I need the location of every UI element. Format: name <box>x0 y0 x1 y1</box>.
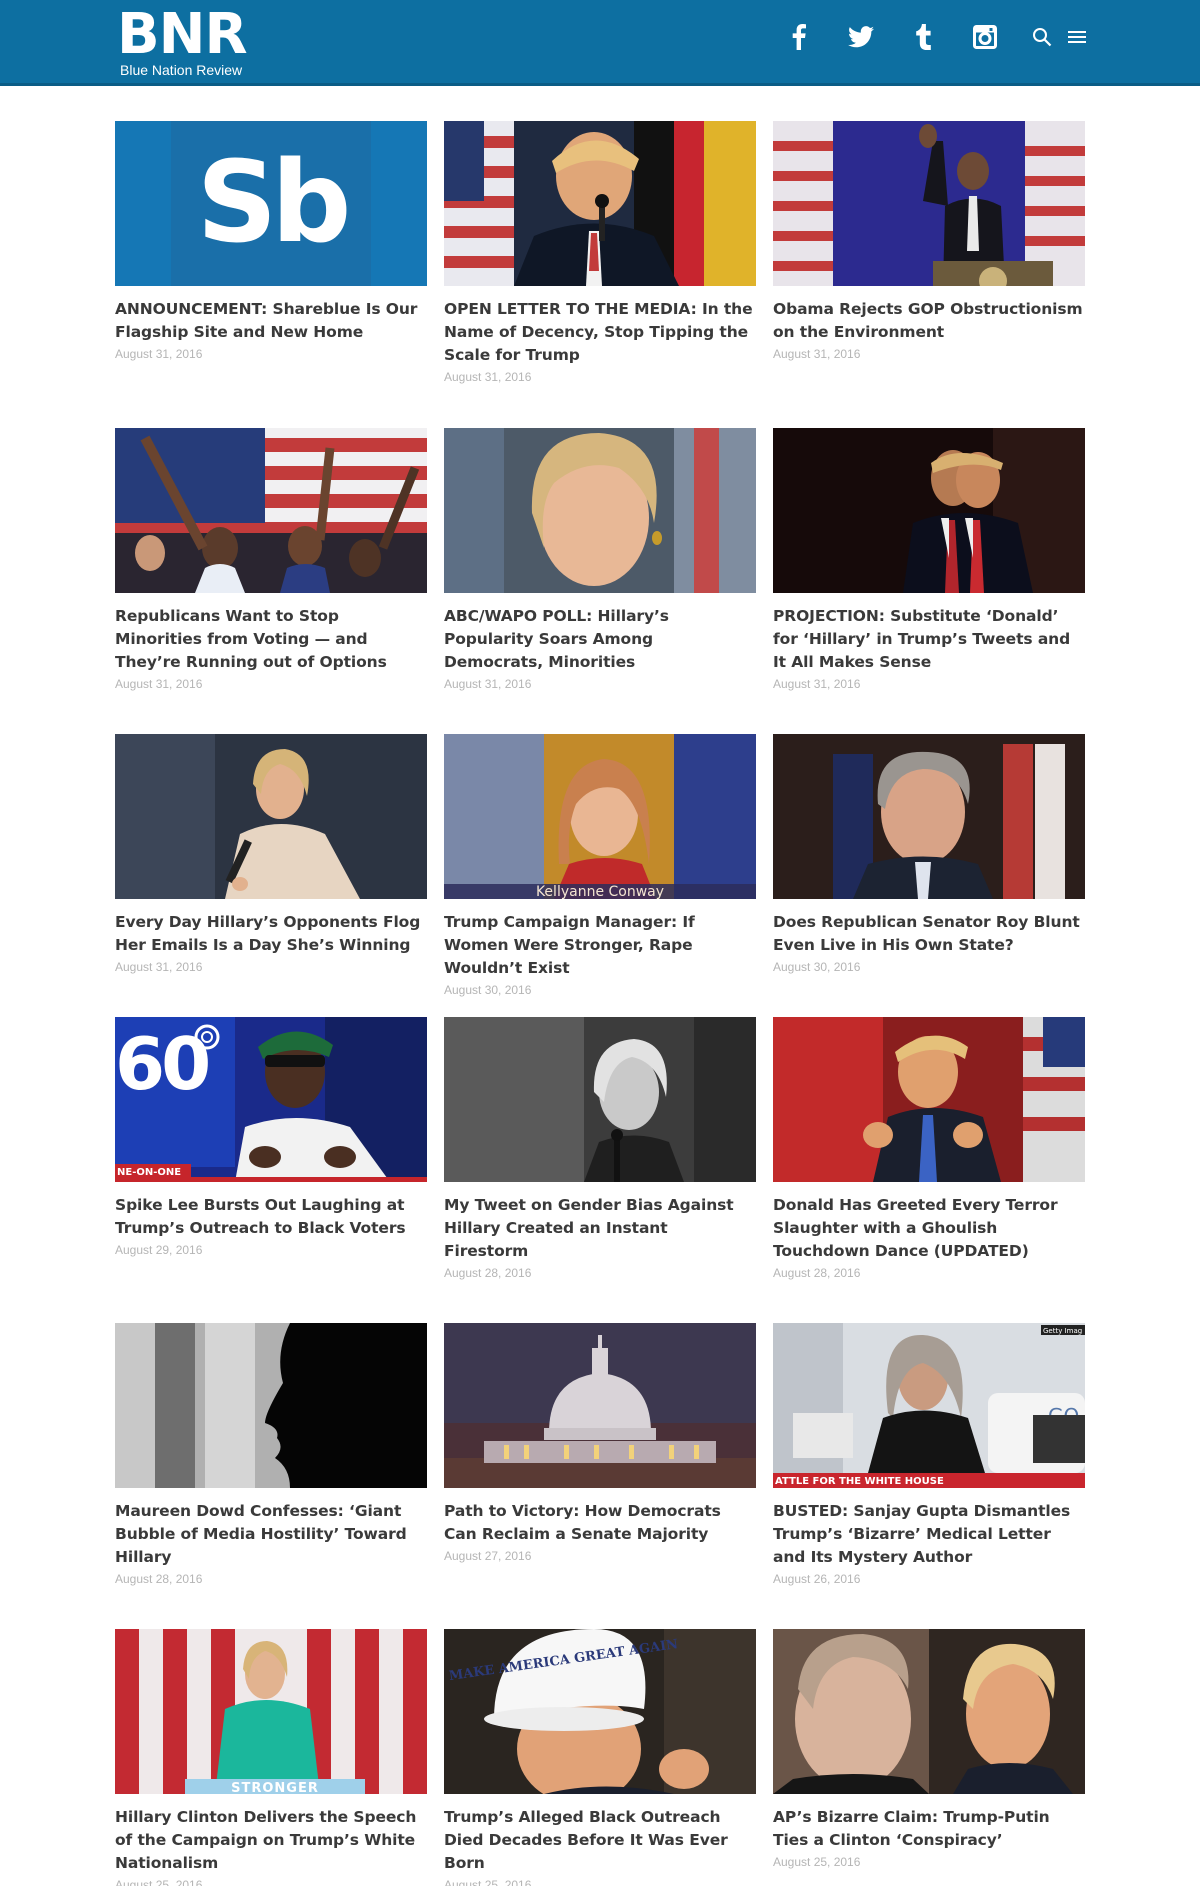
stronger-sign: STRONGER <box>231 1781 319 1794</box>
article-date: August 25, 2016 <box>773 1855 861 1869</box>
article-card[interactable]: Obama Rejects GOP Obstructionism on the … <box>773 121 1085 362</box>
article-image-silhouette[interactable] <box>115 1323 427 1488</box>
article-title[interactable]: Hillary Clinton Delivers the Speech of t… <box>115 1806 427 1875</box>
sixty-minutes-logo: 60 <box>115 1022 208 1106</box>
article-card[interactable]: Path to Victory: How Democrats Can Recla… <box>444 1323 756 1564</box>
article-card[interactable]: PROJECTION: Substitute ‘Donald’ for ‘Hil… <box>773 428 1085 692</box>
article-date: August 28, 2016 <box>115 1572 203 1586</box>
article-card[interactable]: Sb ANNOUNCEMENT: Shareblue Is Our Flagsh… <box>115 121 427 362</box>
article-title[interactable]: ABC/WAPO POLL: Hillary’s Popularity Soar… <box>444 605 756 674</box>
article-image-doctor-tv[interactable]: GO Getty Imag ATTLE FOR THE WHITE HOUSE <box>773 1323 1085 1488</box>
article-date: August 31, 2016 <box>444 370 532 384</box>
article-title[interactable]: Every Day Hillary’s Opponents Flog Her E… <box>115 911 427 957</box>
article-image-trump-double[interactable] <box>773 428 1085 593</box>
article-date: August 31, 2016 <box>115 677 203 691</box>
article-image-trump-flags[interactable] <box>444 121 756 286</box>
instagram-icon[interactable] <box>970 22 1000 52</box>
article-date: August 31, 2016 <box>115 347 203 361</box>
search-icon[interactable] <box>1030 22 1054 52</box>
article-title[interactable]: Republicans Want to Stop Minorities from… <box>115 605 427 674</box>
article-image-blunt-portrait[interactable] <box>773 734 1085 899</box>
article-title[interactable]: Does Republican Senator Roy Blunt Even L… <box>773 911 1085 957</box>
article-date: August 31, 2016 <box>773 677 861 691</box>
shareblue-logo-text: Sb <box>197 138 348 268</box>
article-image-hillary-closeup[interactable] <box>444 428 756 593</box>
article-title[interactable]: Spike Lee Bursts Out Laughing at Trump’s… <box>115 1194 427 1240</box>
article-card[interactable]: ABC/WAPO POLL: Hillary’s Popularity Soar… <box>444 428 756 692</box>
article-card[interactable]: Every Day Hillary’s Opponents Flog Her E… <box>115 734 427 975</box>
article-title[interactable]: Path to Victory: How Democrats Can Recla… <box>444 1500 756 1546</box>
article-image-spike-lee-tv[interactable]: 60 NE-ON-ONE <box>115 1017 427 1182</box>
article-card[interactable]: OPEN LETTER TO THE MEDIA: In the Name of… <box>444 121 756 385</box>
article-card[interactable]: STRONGER Hillary Clinton Delivers the Sp… <box>115 1629 427 1886</box>
site-logo[interactable]: BNR Blue Nation Review <box>117 2 248 79</box>
article-image-putin-trump[interactable] <box>773 1629 1085 1794</box>
article-card[interactable]: MAKE AMERICA GREAT AGAIN Trump’s Alleged… <box>444 1629 756 1886</box>
article-image-hillary-mic[interactable] <box>115 734 427 899</box>
article-image-obama-podium[interactable] <box>773 121 1085 286</box>
battle-banner: ATTLE FOR THE WHITE HOUSE <box>775 1476 944 1487</box>
article-image-trump-fists[interactable] <box>773 1017 1085 1182</box>
article-title[interactable]: Obama Rejects GOP Obstructionism on the … <box>773 298 1085 344</box>
article-date: August 29, 2016 <box>115 1243 203 1257</box>
article-date: August 27, 2016 <box>444 1549 532 1563</box>
article-date: August 28, 2016 <box>444 1266 532 1280</box>
twitter-icon[interactable] <box>846 22 876 52</box>
article-card[interactable]: Does Republican Senator Roy Blunt Even L… <box>773 734 1085 975</box>
facebook-icon[interactable] <box>786 22 812 52</box>
article-date: August 28, 2016 <box>773 1266 861 1280</box>
article-card[interactable]: AP’s Bizarre Claim: Trump-Putin Ties a C… <box>773 1629 1085 1870</box>
article-date: August 31, 2016 <box>773 347 861 361</box>
article-card[interactable]: Kellyanne Conway Trump Campaign Manager:… <box>444 734 756 998</box>
conway-caption: Kellyanne Conway <box>536 884 664 899</box>
article-card[interactable]: Maureen Dowd Confesses: ‘Giant Bubble of… <box>115 1323 427 1587</box>
article-card[interactable]: Republicans Want to Stop Minorities from… <box>115 428 427 692</box>
logo-tagline: Blue Nation Review <box>120 62 243 78</box>
article-title[interactable]: AP’s Bizarre Claim: Trump-Putin Ties a C… <box>773 1806 1085 1852</box>
article-image-capitol-dusk[interactable] <box>444 1323 756 1488</box>
article-title[interactable]: OPEN LETTER TO THE MEDIA: In the Name of… <box>444 298 756 367</box>
logo-mark: BNR <box>117 2 248 67</box>
article-date: August 25, 2016 <box>444 1878 532 1886</box>
article-card[interactable]: 60 NE-ON-ONE Spike Lee Bursts Out Laughi… <box>115 1017 427 1258</box>
article-card[interactable]: My Tweet on Gender Bias Against Hillary … <box>444 1017 756 1281</box>
article-image-hillary-stage[interactable]: STRONGER <box>115 1629 427 1794</box>
article-title[interactable]: Trump Campaign Manager: If Women Were St… <box>444 911 756 980</box>
article-date: August 25, 2016 <box>115 1878 203 1886</box>
article-date: August 31, 2016 <box>444 677 532 691</box>
article-image-trump-hat[interactable]: MAKE AMERICA GREAT AGAIN <box>444 1629 756 1794</box>
article-date: August 31, 2016 <box>115 960 203 974</box>
menu-icon[interactable] <box>1066 22 1088 52</box>
tumblr-icon[interactable] <box>910 22 936 52</box>
article-date: August 30, 2016 <box>444 983 532 997</box>
article-title[interactable]: My Tweet on Gender Bias Against Hillary … <box>444 1194 756 1263</box>
article-title[interactable]: Maureen Dowd Confesses: ‘Giant Bubble of… <box>115 1500 427 1569</box>
article-date: August 30, 2016 <box>773 960 861 974</box>
article-title[interactable]: Trump’s Alleged Black Outreach Died Deca… <box>444 1806 756 1875</box>
article-card[interactable]: Donald Has Greeted Every Terror Slaughte… <box>773 1017 1085 1281</box>
getty-watermark: Getty Imag <box>1043 1327 1082 1335</box>
article-title[interactable]: Donald Has Greeted Every Terror Slaughte… <box>773 1194 1085 1263</box>
article-image-hillary-bw[interactable] <box>444 1017 756 1182</box>
article-date: August 26, 2016 <box>773 1572 861 1586</box>
article-image-rally-crowd[interactable] <box>115 428 427 593</box>
article-title[interactable]: BUSTED: Sanjay Gupta Dismantles Trump’s … <box>773 1500 1085 1569</box>
article-card[interactable]: GO Getty Imag ATTLE FOR THE WHITE HOUSE … <box>773 1323 1085 1587</box>
article-image-shareblue-logo[interactable]: Sb <box>115 121 427 286</box>
article-title[interactable]: PROJECTION: Substitute ‘Donald’ for ‘Hil… <box>773 605 1085 674</box>
article-image-conway-tv[interactable]: Kellyanne Conway <box>444 734 756 899</box>
one-on-one-banner: NE-ON-ONE <box>117 1167 181 1178</box>
site-header: BNR Blue Nation Review <box>0 0 1200 86</box>
article-title[interactable]: ANNOUNCEMENT: Shareblue Is Our Flagship … <box>115 298 427 344</box>
